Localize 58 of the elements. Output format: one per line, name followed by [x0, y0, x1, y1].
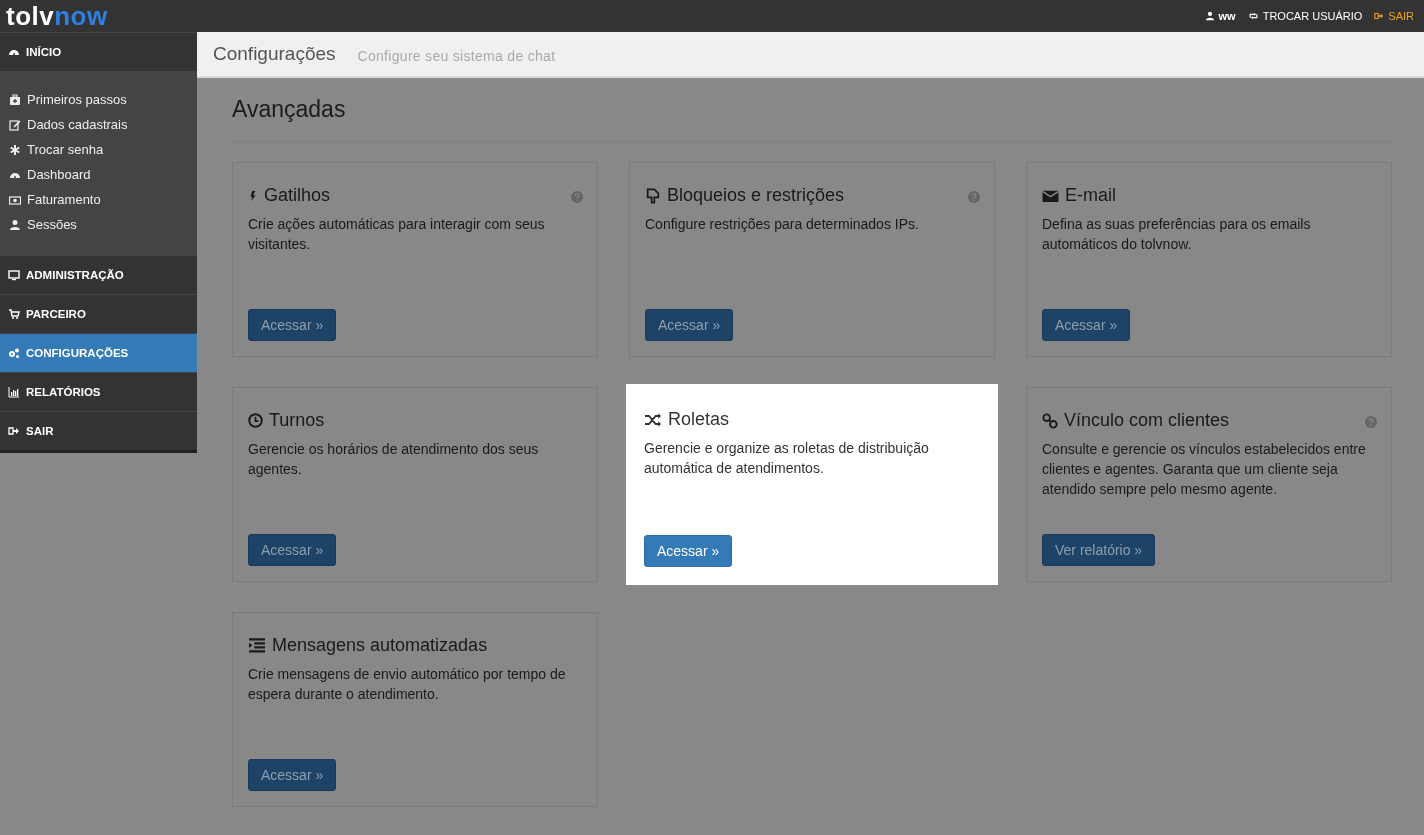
sidebar-item[interactable]: CONFIGURAÇÕES [0, 333, 197, 372]
sidebar-subitem[interactable]: Faturamento [0, 187, 197, 212]
asterisk-icon [9, 143, 21, 156]
gears-icon [8, 347, 20, 359]
sign-out-icon [8, 425, 20, 437]
sidebar-subitem[interactable]: Dados cadastrais [0, 112, 197, 137]
sidebar-subitem[interactable]: Dashboard [0, 162, 197, 187]
card-title: Bloqueios e restrições [667, 185, 845, 206]
shuffle-icon [644, 411, 662, 428]
help-icon [968, 191, 980, 203]
user-icon [1204, 11, 1215, 21]
switch-user-link[interactable]: TROCAR USUÁRIO [1247, 10, 1363, 22]
user-icon [9, 218, 21, 231]
sidebar-subitem[interactable]: Sessões [0, 212, 197, 237]
access-button[interactable]: Acessar » [644, 535, 733, 567]
card-description: Defina as suas preferências para os emails automáticos do tolvnow. [1042, 215, 1312, 254]
sidebar-subitem[interactable]: Primeiros passos [0, 87, 197, 112]
card-title: Mensagens automatizadas [272, 635, 488, 656]
refresh-icon [1247, 11, 1259, 21]
card-title: Vínculo com clientes [1064, 410, 1230, 431]
card-title: Turnos [269, 410, 325, 431]
help-icon [571, 191, 583, 203]
money-icon [9, 193, 21, 206]
edit-icon [9, 118, 21, 131]
access-button[interactable]: Ver relatório » [1042, 534, 1156, 566]
logo[interactable]: tolvnow [6, 0, 108, 32]
sidebar-item[interactable]: ADMINISTRAÇÃO [0, 255, 197, 294]
section-title: Avançadas [232, 96, 1392, 142]
access-button[interactable]: Acessar » [1042, 309, 1131, 341]
card-description: Gerencie os horários de atendimento dos seus agentes. [248, 440, 540, 479]
card-description: Gerencie e organize as roletas de distribuição automática de atendimentos. [644, 439, 930, 478]
monitor-icon [8, 269, 20, 281]
bar-chart-icon [8, 386, 20, 398]
page-title: Configurações [213, 43, 336, 65]
logout-link[interactable]: SAIR [1374, 10, 1414, 22]
link-icon [1042, 412, 1058, 429]
access-button[interactable]: Acessar » [248, 534, 337, 566]
card-description: Consulte e gerencie os vínculos estabelecidos entre clientes e agentes. Garanta que um cliente seja atendido sempre pelo mesmo agente. [1042, 440, 1367, 499]
cart-icon [8, 308, 20, 320]
card-description: Crie mensagens de envio automático por tempo de espera durante o atendimento. [248, 665, 567, 704]
access-button[interactable]: Acessar » [248, 309, 337, 341]
card-description: Crie ações automáticas para interagir com seus visitantes. [248, 215, 546, 254]
card-description: Configure restrições para determinados IPs. [645, 215, 920, 234]
card-title: Gatilhos [264, 185, 331, 206]
sidebar-item[interactable]: SAIR [0, 411, 197, 450]
card-title: Roletas [668, 409, 730, 430]
page-subtitle: Configure seu sistema de chat [357, 47, 556, 64]
indent-list-icon [248, 637, 266, 654]
card-title: E-mail [1065, 185, 1116, 206]
access-button[interactable]: Acessar » [248, 759, 337, 791]
clock-icon [248, 413, 263, 428]
sidebar-item[interactable]: RELATÓRIOS [0, 372, 197, 411]
sign-out-icon [1374, 11, 1385, 21]
medkit-icon [9, 93, 21, 106]
help-icon [1365, 416, 1377, 428]
access-button[interactable]: Acessar » [645, 309, 734, 341]
sidebar-subitem[interactable]: Trocar senha [0, 137, 197, 162]
user-link[interactable]: ww [1204, 10, 1236, 22]
